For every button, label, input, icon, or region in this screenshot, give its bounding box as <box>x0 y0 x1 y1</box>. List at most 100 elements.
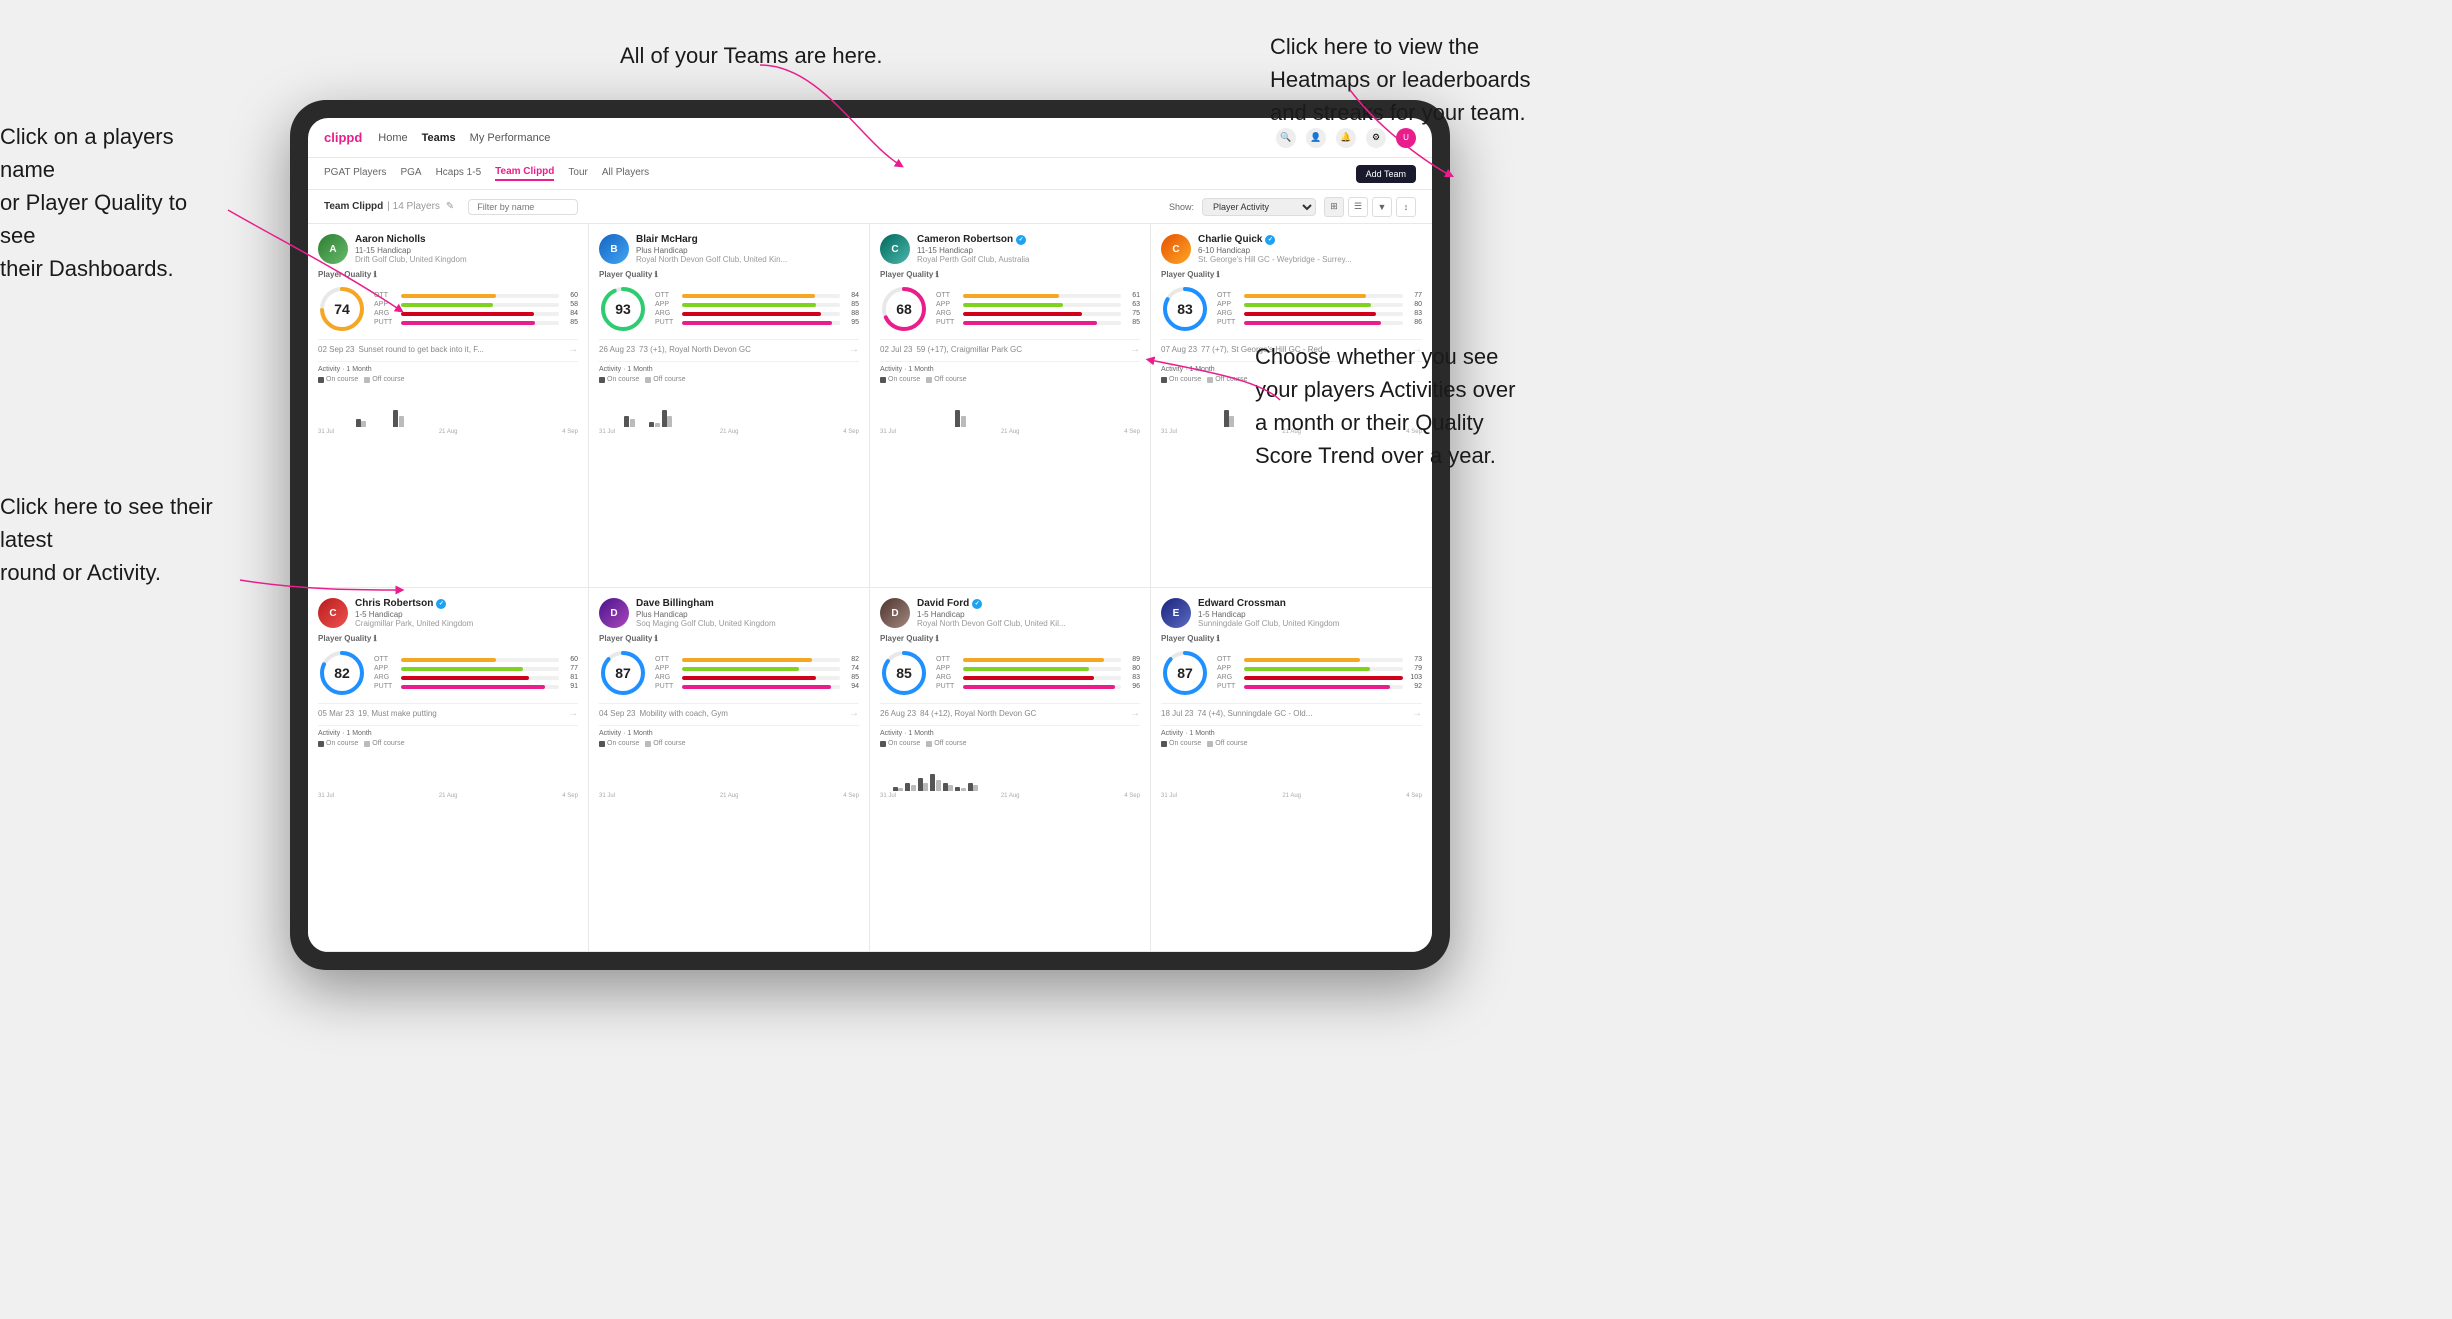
quality-section[interactable]: 87 OTT 82 APP 74 ARG 85 <box>599 649 859 697</box>
score-ring: 85 <box>880 649 928 697</box>
arg-row: ARG 83 <box>936 674 1140 681</box>
latest-round[interactable]: 18 Jul 23 74 (+4), Sunningdale GC - Old.… <box>1161 703 1422 719</box>
show-select[interactable]: Player Activity Quality Score Trend <box>1202 198 1316 216</box>
add-team-button[interactable]: Add Team <box>1356 165 1416 183</box>
activity-label: Activity · 1 Month <box>599 730 859 737</box>
player-name[interactable]: Dave Billingham <box>636 598 859 609</box>
user-avatar[interactable]: U <box>1396 128 1416 148</box>
player-name[interactable]: David Ford ✓ <box>917 598 1140 609</box>
latest-round[interactable]: 26 Aug 23 73 (+1), Royal North Devon GC … <box>599 339 859 355</box>
latest-round[interactable]: 05 Mar 23 19, Must make putting → <box>318 703 578 719</box>
score-number: 68 <box>896 301 912 317</box>
latest-round[interactable]: 02 Sep 23 Sunset round to get back into … <box>318 339 578 355</box>
player-header: E Edward Crossman 1-5 Handicap Sunningda… <box>1161 598 1422 628</box>
sub-nav-tour[interactable]: Tour <box>568 167 587 180</box>
putt-row: PUTT 95 <box>655 319 859 326</box>
nav-teams[interactable]: Teams <box>422 130 456 146</box>
verified-icon: ✓ <box>972 599 982 609</box>
sub-nav-all-players[interactable]: All Players <box>602 167 649 180</box>
putt-row: PUTT 85 <box>936 319 1140 326</box>
latest-round[interactable]: 26 Aug 23 84 (+12), Royal North Devon GC… <box>880 703 1140 719</box>
on-course-legend: On course <box>318 740 358 747</box>
on-course-legend: On course <box>880 740 920 747</box>
score-number: 82 <box>334 665 350 681</box>
off-course-dot <box>645 377 651 383</box>
activity-chart <box>318 387 578 427</box>
putt-row: PUTT 86 <box>1217 319 1422 326</box>
chart-date: 4 Sep <box>562 429 578 435</box>
chart-bars <box>599 761 859 791</box>
latest-arrow: → <box>568 708 578 719</box>
quality-section[interactable]: 93 OTT 84 APP 85 ARG 88 <box>599 285 859 333</box>
person-icon[interactable]: 👤 <box>1306 128 1326 148</box>
chart-dates: 31 Jul21 Aug4 Sep <box>599 793 859 799</box>
player-name[interactable]: Cameron Robertson ✓ <box>917 234 1140 245</box>
player-info: David Ford ✓ 1-5 Handicap Royal North De… <box>917 598 1140 628</box>
player-club: Craigmillar Park, United Kingdom <box>355 619 578 628</box>
sub-nav-pgat[interactable]: PGAT Players <box>324 167 386 180</box>
quality-label: Player Quality ℹ <box>599 270 859 279</box>
app-row: APP 80 <box>936 665 1140 672</box>
chart-date: 21 Aug <box>1001 793 1020 799</box>
settings-icon[interactable]: ⚙ <box>1366 128 1386 148</box>
off-course-dot <box>926 741 932 747</box>
player-handicap: 1-5 Handicap <box>355 610 578 619</box>
activity-label: Activity · 1 Month <box>318 366 578 373</box>
edit-team-icon[interactable]: ✎ <box>446 201 454 212</box>
off-course-dot <box>364 741 370 747</box>
filter-icon[interactable]: ▼ <box>1372 197 1392 217</box>
quality-label: Player Quality ℹ <box>880 270 1140 279</box>
sub-nav-team-clippd[interactable]: Team Clippd <box>495 166 554 181</box>
chart-date: 21 Aug <box>439 793 458 799</box>
quality-section[interactable]: 85 OTT 89 APP 80 ARG 83 <box>880 649 1140 697</box>
player-info: Cameron Robertson ✓ 11-15 Handicap Royal… <box>917 234 1140 264</box>
bell-icon[interactable]: 🔔 <box>1336 128 1356 148</box>
grid-view-icon[interactable]: ⊞ <box>1324 197 1344 217</box>
search-input[interactable] <box>468 199 578 215</box>
sort-icon[interactable]: ↕ <box>1396 197 1416 217</box>
sub-nav-pga[interactable]: PGA <box>400 167 421 180</box>
off-course-label: Off course <box>934 376 966 383</box>
latest-round[interactable]: 04 Sep 23 Mobility with coach, Gym → <box>599 703 859 719</box>
quality-section[interactable]: 82 OTT 60 APP 77 ARG 81 <box>318 649 578 697</box>
chart-bars <box>318 397 578 427</box>
chart-date: 21 Aug <box>720 429 739 435</box>
quality-section[interactable]: 74 OTT 60 APP 58 ARG 84 <box>318 285 578 333</box>
player-card: E Edward Crossman 1-5 Handicap Sunningda… <box>1151 588 1432 952</box>
search-icon[interactable]: 🔍 <box>1276 128 1296 148</box>
quality-bars: OTT 60 APP 58 ARG 84 PUTT 85 <box>374 292 578 326</box>
quality-section[interactable]: 68 OTT 61 APP 63 ARG 75 <box>880 285 1140 333</box>
player-club: Royal Perth Golf Club, Australia <box>917 255 1140 264</box>
nav-home[interactable]: Home <box>378 130 407 146</box>
on-course-label: On course <box>607 740 639 747</box>
nav-my-performance[interactable]: My Performance <box>470 130 551 146</box>
ott-row: OTT 77 <box>1217 292 1422 299</box>
player-name[interactable]: Aaron Nicholls <box>355 234 578 245</box>
player-avatar: C <box>1161 234 1191 264</box>
activity-legend: On course Off course <box>1161 740 1422 747</box>
on-course-dot <box>599 377 605 383</box>
on-course-legend: On course <box>599 740 639 747</box>
player-name[interactable]: Edward Crossman <box>1198 598 1422 609</box>
quality-label: Player Quality ℹ <box>1161 634 1422 643</box>
list-view-icon[interactable]: ☰ <box>1348 197 1368 217</box>
player-handicap: Plus Handicap <box>636 610 859 619</box>
chart-dates: 31 Jul21 Aug4 Sep <box>318 429 578 435</box>
player-name[interactable]: Blair McHarg <box>636 234 859 245</box>
chart-date: 31 Jul <box>880 429 896 435</box>
player-card: C Chris Robertson ✓ 1-5 Handicap Craigmi… <box>308 588 589 952</box>
quality-section[interactable]: 83 OTT 77 APP 80 ARG 83 <box>1161 285 1422 333</box>
latest-text: Mobility with coach, Gym <box>639 709 727 718</box>
sub-nav-hcaps[interactable]: Hcaps 1-5 <box>436 167 482 180</box>
latest-round[interactable]: 02 Jul 23 59 (+17), Craigmillar Park GC … <box>880 339 1140 355</box>
chart-date: 4 Sep <box>1124 793 1140 799</box>
latest-date: 02 Jul 23 <box>880 345 912 354</box>
arg-row: ARG 88 <box>655 310 859 317</box>
player-header: D Dave Billingham Plus Handicap Soq Magi… <box>599 598 859 628</box>
player-header: C Cameron Robertson ✓ 11-15 Handicap Roy… <box>880 234 1140 264</box>
latest-date: 26 Aug 23 <box>599 345 635 354</box>
putt-row: PUTT 85 <box>374 319 578 326</box>
quality-section[interactable]: 87 OTT 73 APP 79 ARG 103 <box>1161 649 1422 697</box>
player-name[interactable]: Chris Robertson ✓ <box>355 598 578 609</box>
player-name[interactable]: Charlie Quick ✓ <box>1198 234 1422 245</box>
